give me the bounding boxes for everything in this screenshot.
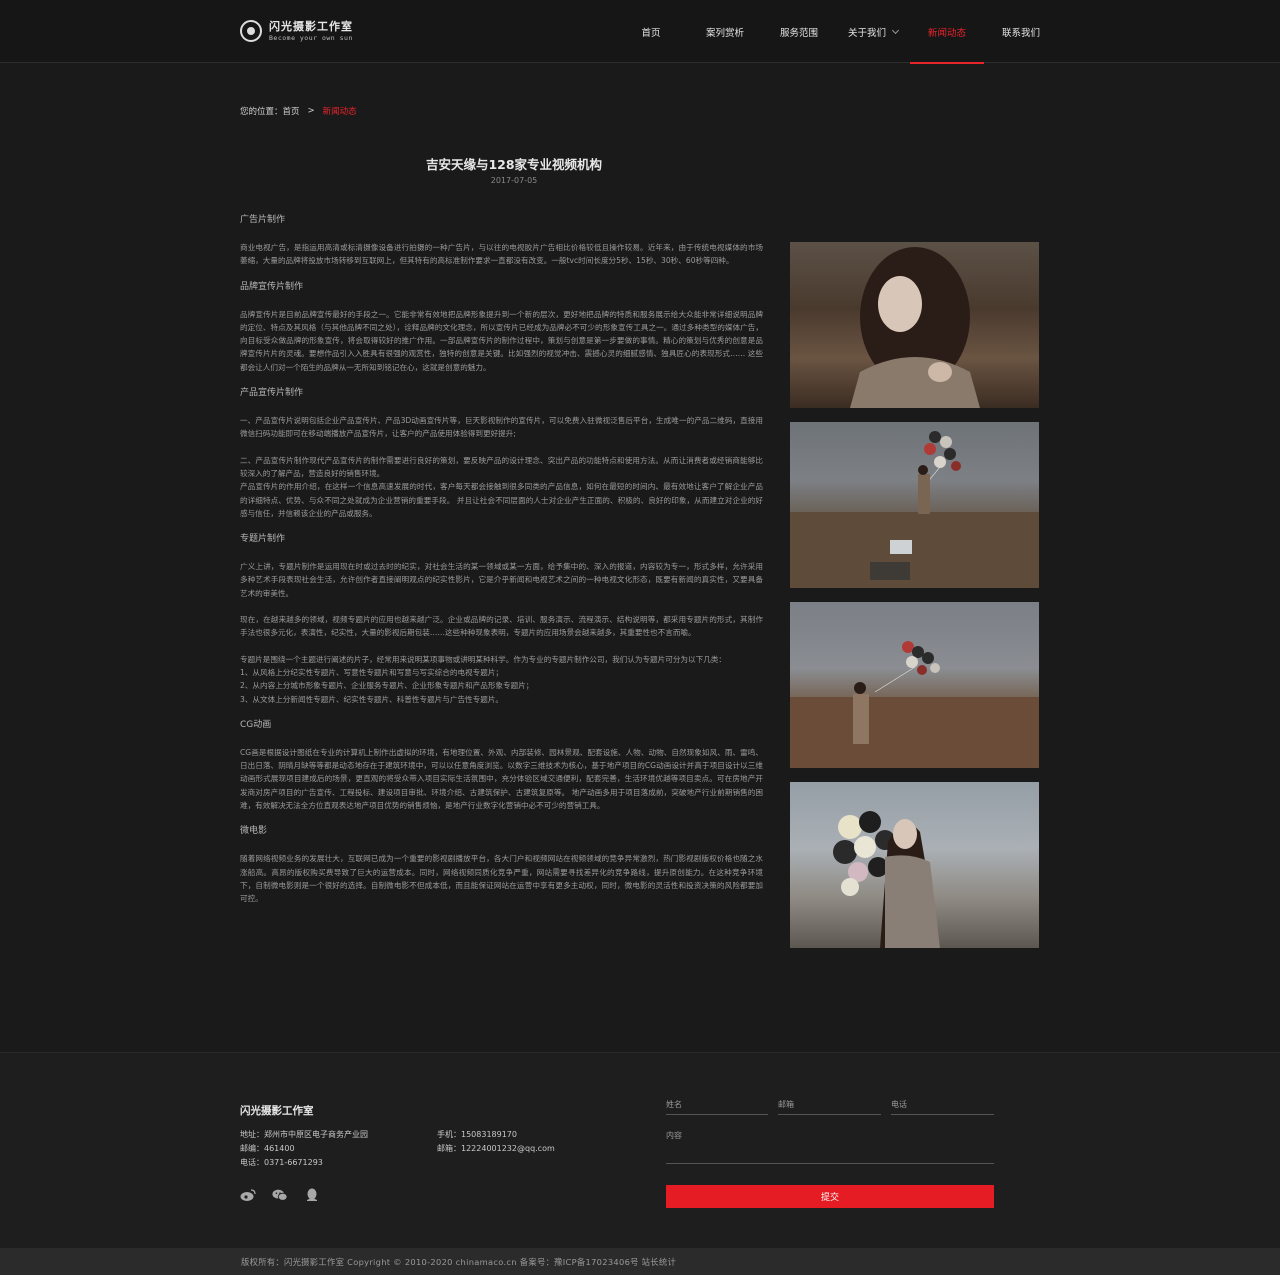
section-heading: 品牌宣传片制作	[240, 281, 304, 292]
footer-contact-left: 地址：郑州市中原区电子商务产业园 邮编：461400 电话：0371-66712…	[240, 1128, 368, 1170]
footer-email: 邮箱：12224001232@qq.com	[437, 1144, 555, 1153]
logo-slogan: Become your own sun	[269, 33, 353, 42]
photo-balloons-field[interactable]	[790, 422, 1039, 588]
logo-title: 闪光摄影工作室	[269, 19, 353, 33]
breadcrumb-separator: >	[307, 106, 315, 116]
phone-field[interactable]: 电话	[891, 1099, 994, 1115]
copyright-bar: 版权所有：闪光摄影工作室 Copyright © 2010-2020 china…	[0, 1248, 1280, 1275]
email-field[interactable]: 邮箱	[778, 1099, 881, 1115]
paragraph: 现在，在越来越多的领域，视频专题片的应用也越来越广泛。企业或品牌的记录、培训、服…	[240, 615, 763, 638]
footer-phone: 电话：0371-6671293	[240, 1158, 323, 1167]
paragraph: 一、产品宣传片说明包括企业产品宣传片、产品3D动画宣传片等，巨天影视制作的宣传片…	[240, 416, 763, 439]
wechat-icon[interactable]	[272, 1188, 288, 1202]
footer-postcode: 邮编：461400	[240, 1144, 295, 1153]
footer-company-name: 闪光摄影工作室	[240, 1105, 314, 1117]
submit-button[interactable]: 提交	[666, 1185, 994, 1208]
section-heading: CG动画	[240, 719, 272, 730]
section-heading: 产品宣传片制作	[240, 388, 304, 399]
nav-news[interactable]: 新闻动态	[910, 0, 984, 64]
breadcrumb-label: 您的位置：	[240, 107, 283, 117]
section-heading: 专题片制作	[240, 534, 286, 545]
section-heading: 广告片制作	[240, 215, 286, 225]
content-field[interactable]: 内容	[666, 1130, 994, 1164]
main-nav: 首页 案列赏析 服务范围 关于我们 新闻动态 联系我们	[614, 0, 1058, 64]
footer-contact-right: 手机：15083189170 邮箱：12224001232@qq.com	[437, 1128, 555, 1156]
breadcrumb: 您的位置： 首页 > 新闻动态	[240, 105, 357, 117]
paragraph: 专题片是围绕一个主题进行阐述的片子，经常用来说明某项事物或讲明某种科学。作为专业…	[240, 654, 726, 704]
paragraph: 商业电视广告，是指运用高清或标清摄像设备进行拍摄的一种广告片，与以往的电视胶片广…	[240, 243, 763, 266]
chevron-down-icon	[891, 26, 900, 34]
nav-contact[interactable]: 联系我们	[984, 0, 1058, 63]
paragraph: 品牌宣传片是目前品牌宣传最好的手段之一。它能非常有效地把品牌形象提升到一个新的层…	[240, 309, 763, 372]
copyright-text: 版权所有：闪光摄影工作室 Copyright © 2010-2020 china…	[241, 1257, 677, 1267]
footer-mobile: 手机：15083189170	[437, 1130, 517, 1139]
site-logo[interactable]: 闪光摄影工作室 Become your own sun	[240, 18, 353, 44]
photo-column	[790, 242, 1040, 962]
article-body: 广告片制作 商业电视广告，是指运用高清或标清摄像设备进行拍摄的一种广告片，与以往…	[240, 214, 763, 906]
breadcrumb-home[interactable]: 首页	[283, 105, 300, 117]
qq-icon[interactable]	[304, 1188, 320, 1202]
photo-portrait-woman[interactable]	[790, 242, 1039, 408]
paragraph: CG画是根据设计图纸在专业的计算机上制作出虚拟的环境，有地理位置、外观、内部装修…	[240, 747, 763, 811]
section-heading: 微电影	[240, 826, 268, 837]
nav-home[interactable]: 首页	[614, 0, 688, 63]
logo-lightbulb-icon	[240, 20, 262, 42]
nav-about[interactable]: 关于我们	[836, 0, 910, 63]
breadcrumb-current[interactable]: 新闻动态	[323, 105, 357, 117]
footer-address: 地址：郑州市中原区电子商务产业园	[240, 1130, 368, 1139]
social-links	[240, 1188, 320, 1202]
name-field[interactable]: 姓名	[666, 1099, 768, 1115]
article-title: 吉安天缘与128家专业视频机构	[425, 157, 603, 172]
paragraph: 随着网络视频业务的发展壮大，互联网已成为一个重要的影视剧播放平台，各大门户和视频…	[240, 854, 763, 904]
weibo-icon[interactable]	[240, 1188, 256, 1202]
site-footer: 闪光摄影工作室 地址：郑州市中原区电子商务产业园 邮编：461400 电话：03…	[0, 1052, 1280, 1248]
nav-cases[interactable]: 案列赏析	[688, 0, 762, 63]
site-header: 闪光摄影工作室 Become your own sun 首页 案列赏析 服务范围…	[0, 0, 1280, 64]
photo-woman-balloons-closeup[interactable]	[790, 782, 1039, 948]
paragraph: 二、产品宣传片制作现代产品宣传片的制作需要进行良好的策划，要反映产品的设计理念、…	[240, 455, 763, 518]
paragraph: 广义上讲，专题片制作是运用现在时或过去时的纪实，对社会生活的某一领域或某一方面，…	[240, 562, 763, 598]
article-date: 2017-07-05	[490, 176, 538, 185]
nav-services[interactable]: 服务范围	[762, 0, 836, 63]
photo-woman-with-balloons[interactable]	[790, 602, 1039, 768]
